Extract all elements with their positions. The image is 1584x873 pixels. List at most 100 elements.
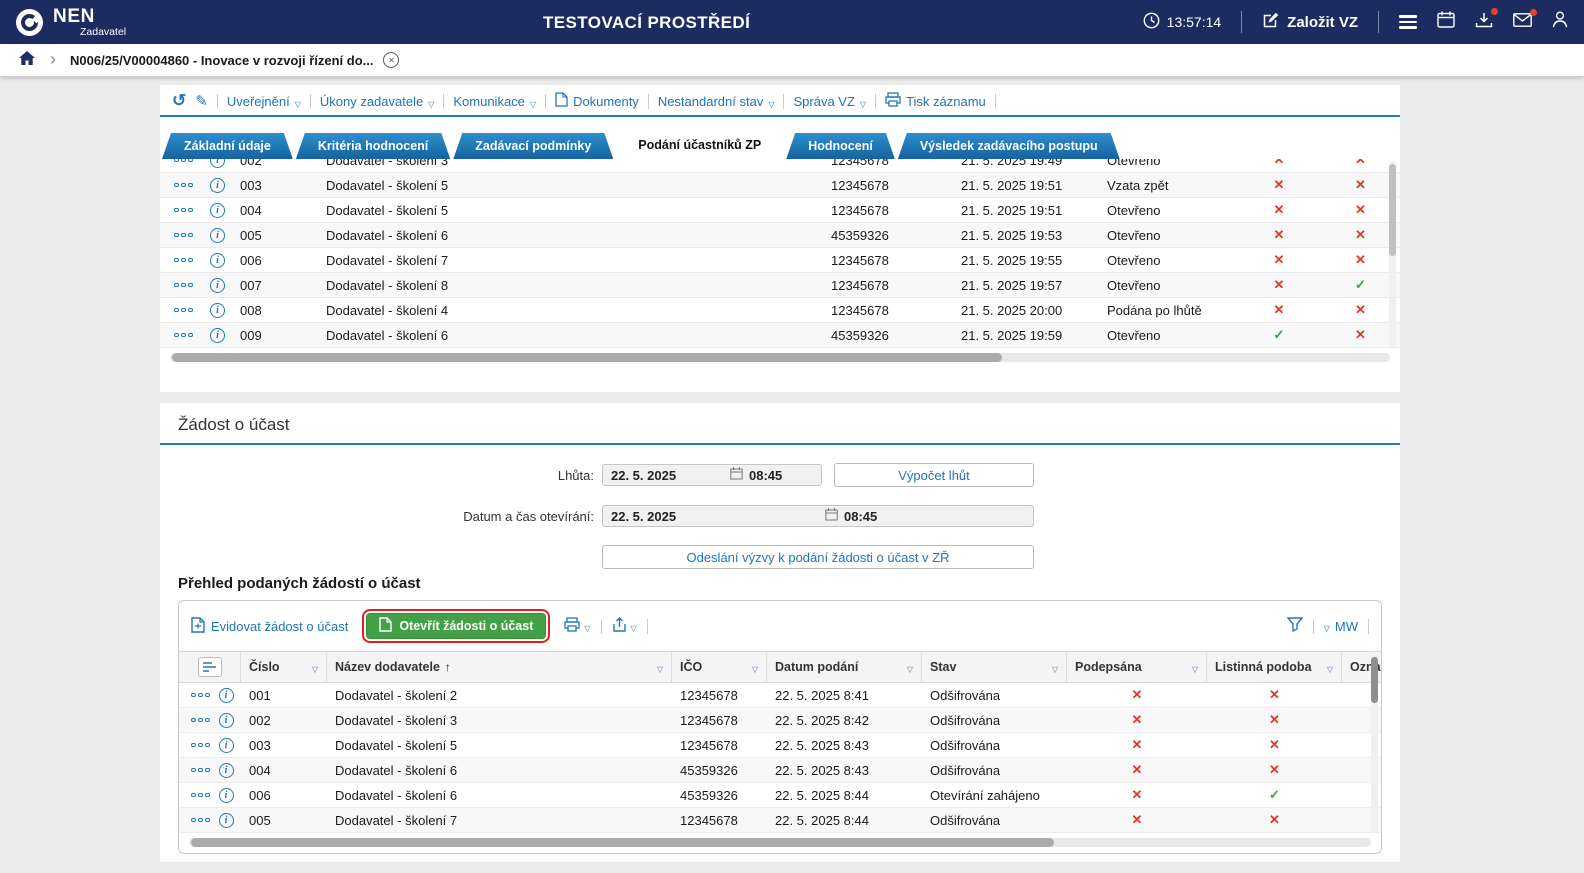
row-actions-icon[interactable] xyxy=(174,207,210,213)
edit-icon[interactable] xyxy=(195,92,208,110)
row-actions-icon[interactable] xyxy=(174,232,210,238)
calendar-small-icon[interactable] xyxy=(730,467,743,483)
column-settings-icon[interactable] xyxy=(197,657,222,677)
row-actions-icon[interactable] xyxy=(174,182,210,188)
header-nazev[interactable]: Název dodavatele xyxy=(327,652,672,682)
lhuta-date-value[interactable]: 22. 5. 2025 xyxy=(603,468,676,483)
filter-caret-icon[interactable] xyxy=(1327,659,1333,675)
row-actions-icon[interactable] xyxy=(191,692,210,698)
vertical-scrollbar[interactable] xyxy=(1371,655,1378,833)
horizontal-scrollbar[interactable] xyxy=(170,353,1390,362)
submissions-table-row[interactable]: 005 Dodavatel - školení 6 45359326 21. 5… xyxy=(160,223,1400,248)
scrollbar-thumb[interactable] xyxy=(1371,657,1378,703)
filter-caret-icon[interactable] xyxy=(657,659,663,675)
create-vz-button[interactable]: Založit VZ xyxy=(1262,12,1358,33)
tab[interactable]: Základní údaje xyxy=(162,133,293,159)
requests-table-row[interactable]: 002 Dodavatel - školení 3 12345678 22. 5… xyxy=(179,708,1381,733)
toolbar-menu-item[interactable]: Komunikace xyxy=(453,93,536,110)
requests-table-row[interactable]: 001 Dodavatel - školení 2 12345678 22. 5… xyxy=(179,683,1381,708)
row-actions-icon[interactable] xyxy=(174,332,210,338)
toolbar-menu-item[interactable]: Uveřejnění xyxy=(227,93,301,110)
info-icon[interactable] xyxy=(218,737,234,753)
submissions-table-row[interactable]: 002 Dodavatel - školení 3 12345678 21. 5… xyxy=(160,159,1400,173)
toolbar-menu-item[interactable]: Úkony zadavatele xyxy=(320,93,435,110)
close-record-icon[interactable] xyxy=(383,52,400,68)
row-actions-icon[interactable] xyxy=(191,817,210,823)
scrollbar-thumb[interactable] xyxy=(1389,164,1396,256)
submissions-table-row[interactable]: 006 Dodavatel - školení 7 12345678 21. 5… xyxy=(160,248,1400,273)
horizontal-scrollbar[interactable] xyxy=(189,838,1371,847)
header-podepsana[interactable]: Podepsána xyxy=(1067,652,1207,682)
filter-button[interactable] xyxy=(1286,617,1304,635)
info-icon[interactable] xyxy=(218,687,234,703)
filter-caret-icon[interactable] xyxy=(752,659,758,675)
submissions-table-row[interactable]: 004 Dodavatel - školení 5 12345678 21. 5… xyxy=(160,198,1400,223)
scrollbar-thumb[interactable] xyxy=(172,353,1002,362)
messages-button[interactable] xyxy=(1513,8,1537,32)
column-settings-cell[interactable] xyxy=(179,652,241,682)
info-icon[interactable] xyxy=(218,712,234,728)
row-actions-icon[interactable] xyxy=(174,282,210,288)
send-vyzva-button[interactable]: Odeslání výzvy k podání žádosti o účast … xyxy=(602,545,1034,569)
submissions-table-row[interactable]: 008 Dodavatel - školení 4 12345678 21. 5… xyxy=(160,298,1400,323)
row-actions-icon[interactable] xyxy=(174,307,210,313)
info-icon[interactable] xyxy=(210,252,225,268)
lhuta-datetime-field[interactable]: 22. 5. 2025 08:45 xyxy=(602,464,822,486)
info-icon[interactable] xyxy=(210,327,225,343)
otevrit-zadosti-button[interactable]: Otevřít žádosti o účast xyxy=(366,613,547,639)
home-icon[interactable] xyxy=(18,50,36,71)
filter-caret-icon[interactable] xyxy=(907,659,913,675)
calendar-small-icon[interactable] xyxy=(825,508,838,524)
info-icon[interactable] xyxy=(210,227,225,243)
requests-table-row[interactable]: 003 Dodavatel - školení 5 12345678 22. 5… xyxy=(179,733,1381,758)
info-icon[interactable] xyxy=(218,812,234,828)
oteviranie-time-value[interactable]: 08:45 xyxy=(844,509,877,524)
submissions-table-row[interactable]: 003 Dodavatel - školení 5 12345678 21. 5… xyxy=(160,173,1400,198)
profile-button[interactable] xyxy=(1552,11,1568,33)
toolbar-menu-item[interactable]: Správa VZ xyxy=(793,93,866,110)
info-icon[interactable] xyxy=(218,762,234,778)
info-icon[interactable] xyxy=(210,302,225,318)
requests-table-row[interactable]: 006 Dodavatel - školení 6 45359326 22. 5… xyxy=(179,783,1381,808)
oteviranie-datetime-field[interactable]: 22. 5. 2025 08:45 xyxy=(602,505,1034,527)
tab[interactable]: Výsledek zadávacího postupu xyxy=(898,133,1120,159)
history-icon[interactable] xyxy=(172,91,186,111)
info-icon[interactable] xyxy=(210,159,225,168)
row-actions-icon[interactable] xyxy=(191,792,210,798)
vypocet-lhut-button[interactable]: Výpočet lhůt xyxy=(834,463,1034,487)
row-actions-icon[interactable] xyxy=(191,767,210,773)
requests-table-row[interactable]: 005 Dodavatel - školení 7 12345678 22. 5… xyxy=(179,808,1381,833)
scrollbar-thumb[interactable] xyxy=(191,838,1054,847)
vertical-scrollbar[interactable] xyxy=(1389,161,1396,347)
row-actions-icon[interactable] xyxy=(191,742,210,748)
print-button[interactable] xyxy=(564,617,590,635)
row-actions-icon[interactable] xyxy=(174,257,210,263)
filter-caret-icon[interactable] xyxy=(312,659,318,675)
downloads-button[interactable] xyxy=(1475,7,1498,33)
info-icon[interactable] xyxy=(210,202,225,218)
nen-logo-icon[interactable] xyxy=(16,8,43,36)
toolbar-menu-item[interactable]: Tisk záznamu xyxy=(885,92,986,110)
header-cislo[interactable]: Číslo xyxy=(241,652,327,682)
header-listinna[interactable]: Listinná podoba xyxy=(1207,652,1342,682)
view-selector[interactable]: MW xyxy=(1324,619,1358,634)
header-stav[interactable]: Stav xyxy=(922,652,1067,682)
oteviranie-date-value[interactable]: 22. 5. 2025 xyxy=(603,509,676,524)
row-actions-icon[interactable] xyxy=(191,717,210,723)
evidovat-link[interactable]: Evidovat žádost o účast xyxy=(191,616,348,636)
calendar-button[interactable] xyxy=(1437,11,1455,33)
tab[interactable]: Zadávací podmínky xyxy=(453,133,613,159)
requests-table-row[interactable]: 004 Dodavatel - školení 6 45359326 22. 5… xyxy=(179,758,1381,783)
filter-caret-icon[interactable] xyxy=(1052,659,1058,675)
info-icon[interactable] xyxy=(210,177,225,193)
lhuta-time-value[interactable]: 08:45 xyxy=(749,468,782,483)
tab[interactable]: Kritéria hodnocení xyxy=(296,133,450,159)
row-actions-icon[interactable] xyxy=(174,159,210,163)
tab[interactable]: Hodnocení xyxy=(786,133,895,159)
header-ico[interactable]: IČO xyxy=(672,652,767,682)
toolbar-menu-item[interactable]: Nestandardní stav xyxy=(658,93,775,110)
menu-button[interactable] xyxy=(1399,12,1417,32)
export-button[interactable] xyxy=(612,616,637,636)
info-icon[interactable] xyxy=(218,787,234,803)
info-icon[interactable] xyxy=(210,277,225,293)
